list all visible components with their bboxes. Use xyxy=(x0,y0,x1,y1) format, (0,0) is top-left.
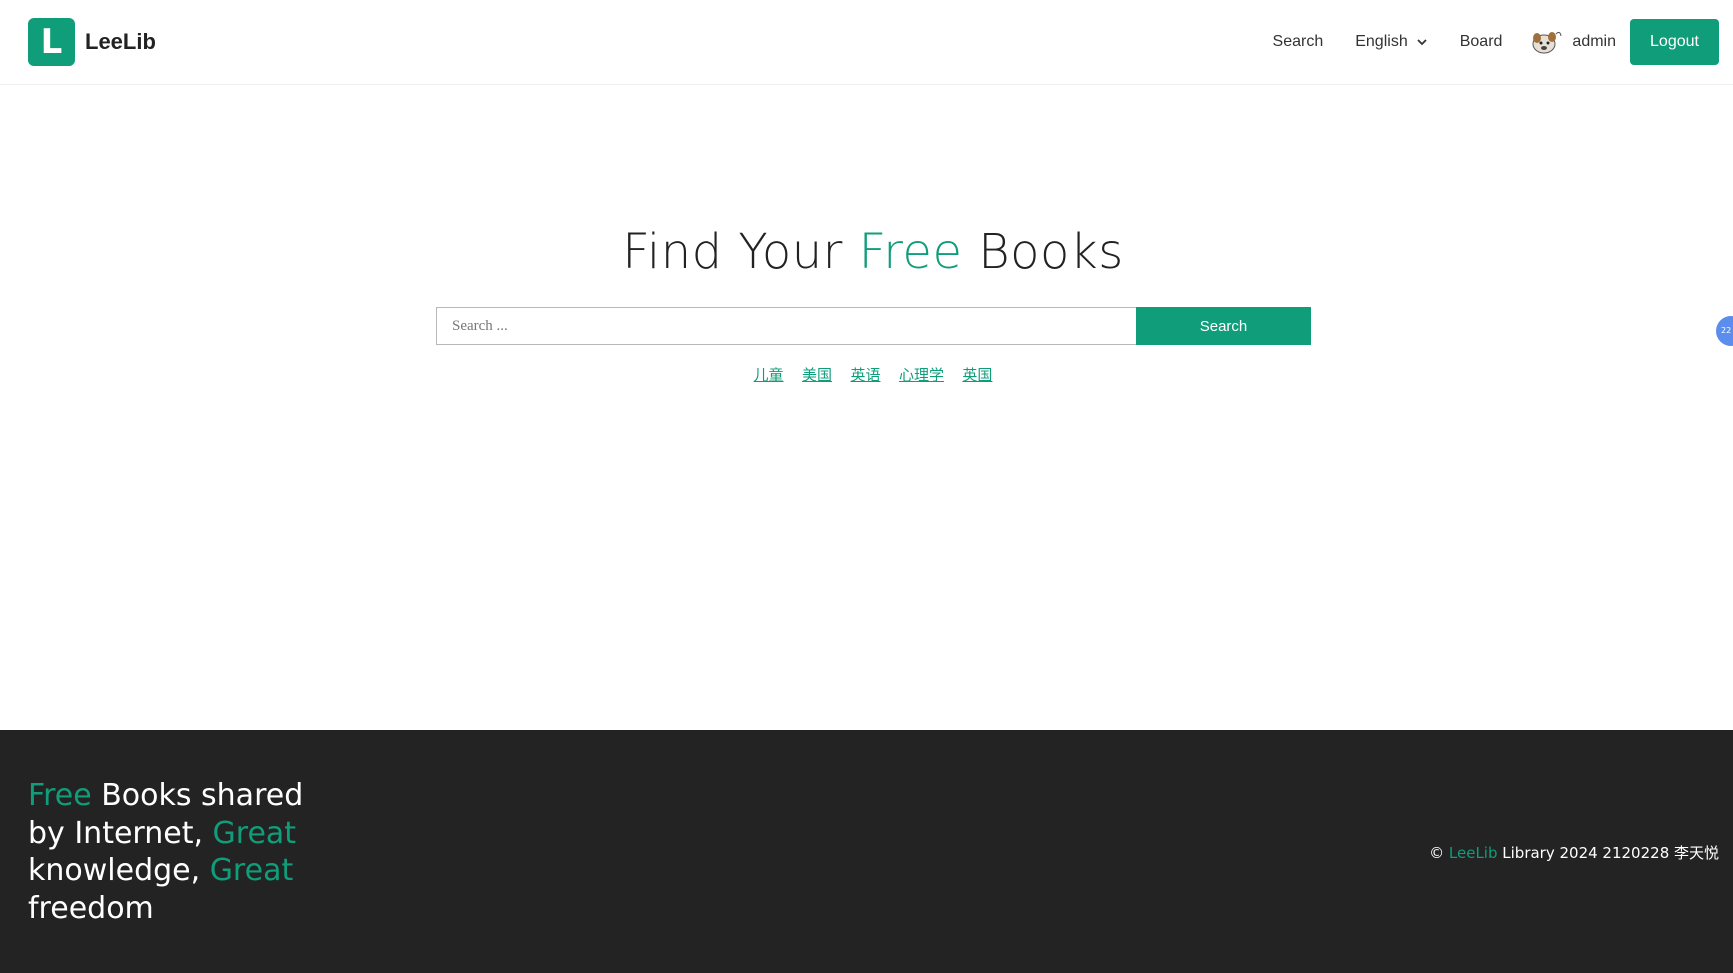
footer-slogan: Free Books shared by Internet, Great kno… xyxy=(28,777,318,927)
copyright-text: Library 2024 2120228 李天悦 xyxy=(1497,844,1719,862)
search-form: Search xyxy=(436,307,1311,345)
user-menu[interactable]: admin xyxy=(1530,28,1616,56)
language-dropdown[interactable]: English xyxy=(1355,33,1427,51)
tag-list: 儿童 美国 英语 心理学 英国 xyxy=(0,364,1733,385)
title-before: Find Your xyxy=(622,224,859,280)
chevron-down-icon xyxy=(1417,39,1427,46)
tag-link[interactable]: 英国 xyxy=(962,364,992,385)
tag-link[interactable]: 美国 xyxy=(802,364,832,385)
floating-widget-badge[interactable]: 22 xyxy=(1716,316,1733,346)
tag-link[interactable]: 英语 xyxy=(850,364,880,385)
footer: Free Books shared by Internet, Great kno… xyxy=(0,730,1733,973)
brand-home-link[interactable]: L LeeLib xyxy=(28,18,156,66)
nav-search-link[interactable]: Search xyxy=(1273,33,1324,51)
slogan-free: Free xyxy=(28,778,92,813)
username: admin xyxy=(1572,33,1616,50)
brand-logo-icon: L xyxy=(28,18,75,66)
slogan-text: knowledge, xyxy=(28,853,210,888)
tag-link[interactable]: 儿童 xyxy=(754,364,784,385)
title-after: Books xyxy=(962,224,1124,280)
nav-menu: Search English Board admin Logout xyxy=(1273,19,1719,65)
footer-brand-link[interactable]: LeeLib xyxy=(1449,844,1498,862)
page-title: Find Your Free Books xyxy=(0,224,1733,280)
brand-name: LeeLib xyxy=(85,29,156,54)
search-button[interactable]: Search xyxy=(1136,307,1311,345)
tag-link[interactable]: 心理学 xyxy=(899,364,944,385)
avatar-icon xyxy=(1532,31,1562,54)
slogan-text: freedom xyxy=(28,890,154,926)
top-navbar: L LeeLib Search English Board admin Logo… xyxy=(0,0,1733,85)
slogan-great: Great xyxy=(209,853,294,888)
nav-board-link[interactable]: Board xyxy=(1460,33,1503,51)
copyright-symbol: © xyxy=(1429,844,1449,862)
language-label: English xyxy=(1355,33,1408,50)
slogan-great: Great xyxy=(212,815,297,851)
copyright: © LeeLib Library 2024 2120228 李天悦 xyxy=(1429,842,1719,863)
logout-button[interactable]: Logout xyxy=(1630,19,1719,65)
search-input[interactable] xyxy=(436,307,1136,345)
title-accent: Free xyxy=(858,224,963,280)
